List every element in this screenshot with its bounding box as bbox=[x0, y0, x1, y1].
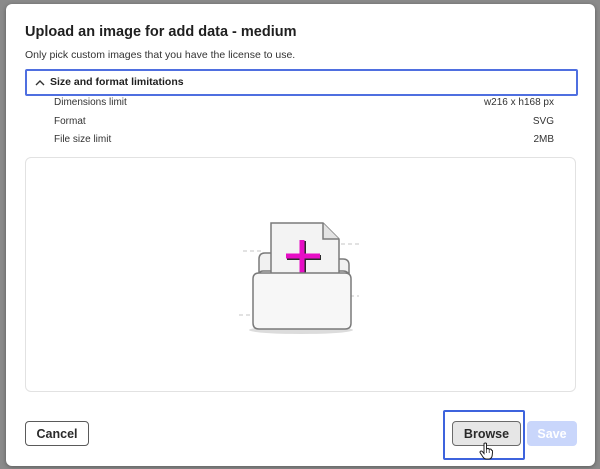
image-dropzone[interactable] bbox=[25, 157, 576, 392]
folder-add-file-icon bbox=[239, 222, 359, 334]
spec-label: File size limit bbox=[54, 134, 112, 145]
spec-value: 2MB bbox=[533, 134, 554, 145]
dialog-title: Upload an image for add data - medium bbox=[25, 24, 297, 40]
limitations-accordion-label: Size and format limitations bbox=[50, 76, 184, 88]
upload-image-dialog: Upload an image for add data - medium On… bbox=[6, 4, 595, 466]
chevron-up-icon bbox=[35, 80, 45, 86]
hand-pointer-cursor-icon bbox=[479, 442, 493, 460]
spec-label: Dimensions limit bbox=[54, 97, 127, 108]
cancel-button[interactable]: Cancel bbox=[25, 421, 89, 446]
dialog-subtitle: Only pick custom images that you have th… bbox=[25, 49, 296, 61]
limitations-accordion-header[interactable]: Size and format limitations bbox=[25, 69, 578, 96]
spec-row-dimensions: Dimensions limit w216 x h168 px bbox=[54, 97, 554, 111]
spec-label: Format bbox=[54, 116, 86, 127]
spec-row-format: Format SVG bbox=[54, 116, 554, 130]
save-button[interactable]: Save bbox=[527, 421, 577, 446]
spec-row-file-size: File size limit 2MB bbox=[54, 134, 554, 148]
spec-value: w216 x h168 px bbox=[483, 97, 554, 108]
spec-value: SVG bbox=[532, 116, 554, 127]
